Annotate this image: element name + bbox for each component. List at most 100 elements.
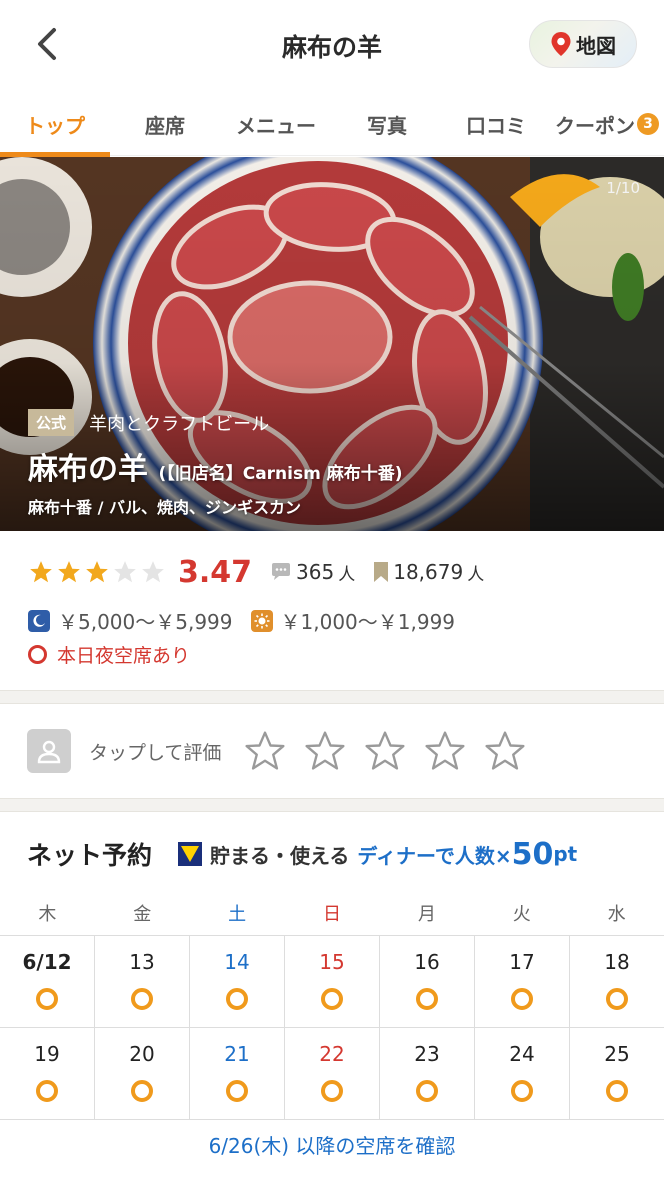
vacancy-circle-icon bbox=[28, 645, 47, 664]
tab-coupons[interactable]: クーポン 3 bbox=[550, 92, 664, 156]
available-circle-icon bbox=[226, 1080, 248, 1102]
save-count[interactable]: 18,679 人 bbox=[373, 560, 484, 585]
section-divider bbox=[0, 798, 664, 812]
available-circle-icon bbox=[321, 988, 343, 1010]
calendar-day[interactable]: 18 bbox=[570, 936, 664, 1027]
comment-bubble-icon bbox=[272, 563, 291, 580]
calendar-day[interactable]: 17 bbox=[475, 936, 570, 1027]
rate-this-shop: タップして評価 bbox=[0, 703, 664, 799]
calendar-day[interactable]: 19 bbox=[0, 1028, 95, 1119]
day-number: 18 bbox=[604, 950, 630, 974]
tab-photos[interactable]: 写真 bbox=[332, 92, 442, 156]
calendar-week: 6/12 13 14 15 16 17 18 bbox=[0, 936, 664, 1028]
rating-score: 3.47 bbox=[178, 554, 253, 590]
tab-seats[interactable]: 座席 bbox=[110, 92, 220, 156]
available-circle-icon bbox=[321, 1080, 343, 1102]
review-count-value: 365 bbox=[296, 560, 335, 584]
day-number: 20 bbox=[129, 1042, 155, 1066]
calendar-day[interactable]: 6/12 bbox=[0, 936, 95, 1027]
available-circle-icon bbox=[36, 1080, 58, 1102]
header: 麻布の羊 地図 bbox=[0, 0, 664, 92]
price-row: ￥5,000～￥5,999 ￥1,000～￥1,999 bbox=[28, 606, 455, 635]
calendar-day[interactable]: 22 bbox=[285, 1028, 380, 1119]
hero-photo[interactable]: 1/10 公式 羊肉とクラフトビール 麻布の羊 (【旧店名】Carnism 麻布… bbox=[0, 157, 664, 531]
available-circle-icon bbox=[416, 988, 438, 1010]
rate-star-4-icon[interactable] bbox=[423, 729, 467, 773]
day-number: 6/12 bbox=[22, 950, 72, 974]
star-empty-icon bbox=[142, 561, 164, 583]
vacancy-text: 本日夜空席あり bbox=[57, 645, 191, 667]
tab-reviews-label: 口コミ bbox=[466, 113, 526, 138]
map-pin-icon bbox=[551, 32, 571, 56]
tab-bar: トップ 座席 メニュー 写真 口コミ クーポン 3 bbox=[0, 92, 664, 157]
weekday-label: 水 bbox=[607, 904, 626, 925]
day-number: 14 bbox=[224, 950, 250, 974]
rating-stars bbox=[28, 559, 166, 585]
shop-name: 麻布の羊 (【旧店名】Carnism 麻布十番) bbox=[28, 444, 644, 488]
bookmark-icon bbox=[374, 562, 389, 582]
review-count[interactable]: 365 人 bbox=[270, 560, 355, 585]
user-avatar-icon bbox=[27, 729, 71, 773]
available-circle-icon bbox=[606, 988, 628, 1010]
sun-icon bbox=[250, 609, 273, 632]
calendar-day[interactable]: 13 bbox=[95, 936, 190, 1027]
tab-top[interactable]: トップ bbox=[0, 92, 110, 157]
availability-calendar: 6/12 13 14 15 16 17 18 19 20 21 22 23 24… bbox=[0, 935, 664, 1120]
star-filled-icon bbox=[30, 561, 52, 583]
calendar-week: 19 20 21 22 23 24 25 bbox=[0, 1028, 664, 1120]
day-number: 24 bbox=[509, 1042, 535, 1066]
calendar-day[interactable]: 14 bbox=[190, 936, 285, 1027]
net-reservation-title: ネット予約 bbox=[27, 841, 153, 870]
rate-star-2-icon[interactable] bbox=[303, 729, 347, 773]
rate-star-5-icon[interactable] bbox=[483, 729, 527, 773]
day-number: 17 bbox=[509, 950, 535, 974]
weekday-label: 金 bbox=[133, 904, 152, 925]
moon-icon bbox=[28, 609, 50, 632]
weekday-label: 日 bbox=[323, 904, 341, 925]
calendar-day[interactable]: 23 bbox=[380, 1028, 475, 1119]
calendar-day[interactable]: 21 bbox=[190, 1028, 285, 1119]
lunch-price: ￥1,000～￥1,999 bbox=[280, 610, 456, 634]
calendar-day[interactable]: 15 bbox=[285, 936, 380, 1027]
save-count-value: 18,679 bbox=[393, 560, 464, 584]
tpoint-logo-icon bbox=[178, 842, 203, 866]
check-later-availability-link[interactable]: 6/26(木) 以降の空席を確認 bbox=[0, 1130, 664, 1159]
tab-menu-label: メニュー bbox=[236, 113, 316, 138]
tpoint-text: 貯まる・使える bbox=[210, 843, 350, 868]
tab-reviews[interactable]: 口コミ bbox=[442, 92, 550, 156]
calendar-day[interactable]: 20 bbox=[95, 1028, 190, 1119]
available-circle-icon bbox=[131, 988, 153, 1010]
calendar-day[interactable]: 24 bbox=[475, 1028, 570, 1119]
tab-photos-label: 写真 bbox=[367, 113, 407, 138]
shop-name-text: 麻布の羊 bbox=[28, 452, 148, 487]
calendar-day[interactable]: 25 bbox=[570, 1028, 664, 1119]
day-number: 22 bbox=[319, 1042, 345, 1066]
save-count-unit: 人 bbox=[467, 564, 485, 585]
tab-coupons-label: クーポン bbox=[555, 113, 635, 138]
day-number: 19 bbox=[34, 1042, 60, 1066]
promo-unit: pt bbox=[553, 842, 578, 866]
tab-menu[interactable]: メニュー bbox=[220, 92, 332, 156]
section-divider bbox=[0, 690, 664, 704]
available-circle-icon bbox=[36, 988, 58, 1010]
calendar-day[interactable]: 16 bbox=[380, 936, 475, 1027]
rating-input-stars bbox=[243, 729, 527, 773]
rate-star-3-icon[interactable] bbox=[363, 729, 407, 773]
map-button-label: 地図 bbox=[576, 33, 616, 58]
rating-row: 3.47 365 人 18,679 人 bbox=[28, 554, 484, 590]
weekday-header: 木 金 土 日 月 火 水 bbox=[0, 895, 664, 935]
day-number: 25 bbox=[604, 1042, 630, 1066]
vacancy-status: 本日夜空席あり bbox=[28, 641, 190, 668]
weekday-label: 土 bbox=[228, 904, 247, 925]
map-button[interactable]: 地図 bbox=[529, 20, 637, 68]
net-reservation-header: ネット予約 貯まる・使える ディナーで人数× 50 pt bbox=[27, 836, 577, 872]
promo-text: ディナーで人数× bbox=[357, 843, 512, 868]
day-number: 15 bbox=[319, 950, 345, 974]
weekday-label: 月 bbox=[417, 904, 436, 925]
available-circle-icon bbox=[416, 1080, 438, 1102]
day-number: 16 bbox=[414, 950, 440, 974]
photo-counter: 1/10 bbox=[606, 179, 640, 197]
available-circle-icon bbox=[606, 1080, 628, 1102]
review-count-unit: 人 bbox=[338, 564, 356, 585]
rate-star-1-icon[interactable] bbox=[243, 729, 287, 773]
